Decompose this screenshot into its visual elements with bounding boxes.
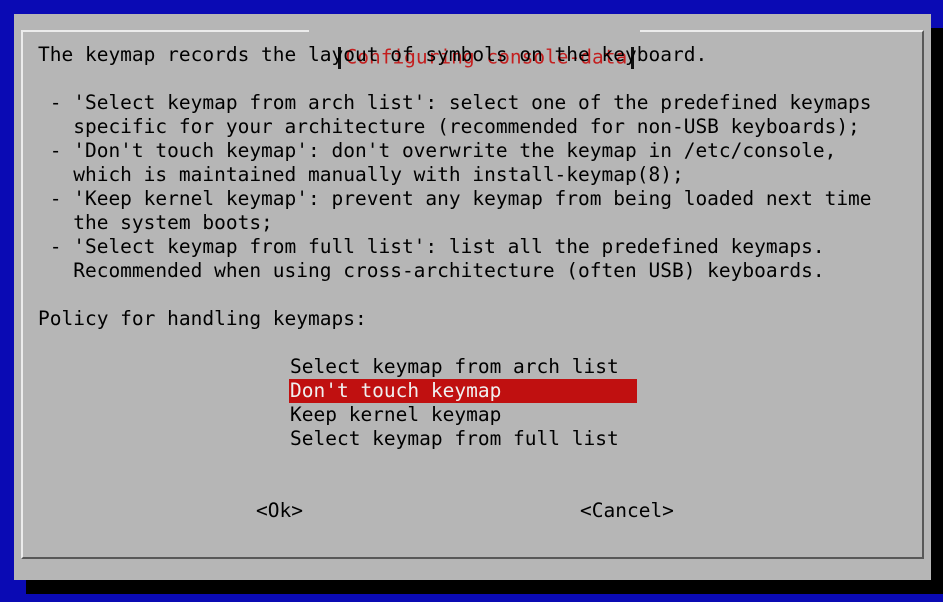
- ok-button[interactable]: <Ok>: [256, 499, 303, 523]
- policy-prompt: Policy for handling keymaps:: [38, 307, 367, 330]
- dialog-title-bar: Configuring console-data: [309, 18, 641, 69]
- description-line: - 'Don't touch keymap': don't overwrite …: [38, 139, 837, 162]
- cancel-button[interactable]: <Cancel>: [580, 499, 674, 523]
- option-dont-touch-keymap[interactable]: Don't touch keymap: [289, 379, 637, 403]
- description-line: Recommended when using cross-architectur…: [38, 259, 825, 282]
- description-line: specific for your architecture (recommen…: [38, 115, 860, 138]
- option-keep-kernel-keymap[interactable]: Keep kernel keymap: [289, 403, 637, 427]
- option-select-full-list[interactable]: Select keymap from full list: [289, 427, 637, 451]
- description-line: - 'Select keymap from full list': list a…: [38, 235, 825, 258]
- description-line: which is maintained manually with instal…: [38, 163, 684, 186]
- description-line: - 'Select keymap from arch list': select…: [38, 91, 872, 114]
- option-select-arch-list[interactable]: Select keymap from arch list: [289, 355, 637, 379]
- description-line: The keymap records the layout of symbols…: [38, 43, 708, 66]
- description-line: - 'Keep kernel keymap': prevent any keym…: [38, 187, 872, 210]
- description-line: the system boots;: [38, 211, 273, 234]
